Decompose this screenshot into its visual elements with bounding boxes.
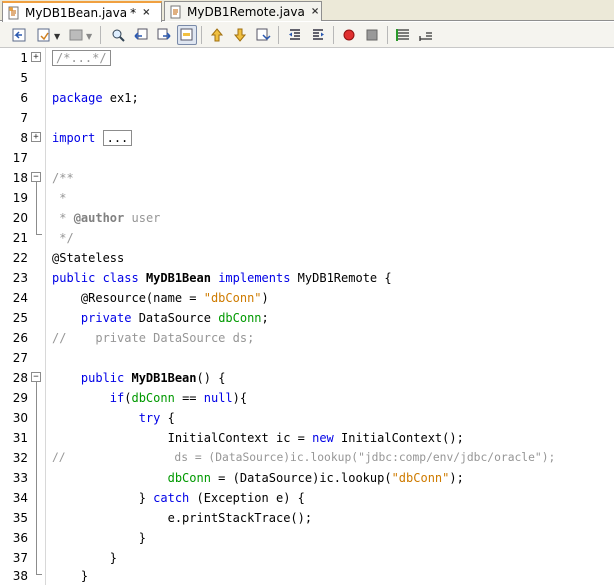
collapse-fold-icon[interactable]: − — [31, 172, 41, 182]
code-line: 23 public class MyDB1Bean implements MyD… — [0, 268, 614, 288]
line-number: 22 — [12, 251, 28, 265]
code-line: 20 * @author user — [0, 208, 614, 228]
line-number: 18 — [12, 171, 28, 185]
chevron-down-icon[interactable]: ▼ — [86, 32, 92, 41]
line-number: 29 — [12, 391, 28, 405]
code-line: 36 } — [0, 528, 614, 548]
code-line: 6 package ex1; — [0, 88, 614, 108]
modified-indicator: * — [130, 5, 137, 20]
line-number: 35 — [12, 511, 28, 525]
line-number: 24 — [12, 291, 28, 305]
code-line: 18 − /** — [0, 168, 614, 188]
editor-toolbar: ▼ ▼ — [0, 22, 614, 48]
line-number: 32 — [12, 451, 28, 465]
line-number: 5 — [20, 71, 28, 85]
line-number: 27 — [12, 351, 28, 365]
code-line: 35 e.printStackTrace(); — [0, 508, 614, 528]
folded-imports[interactable]: ... — [102, 130, 133, 146]
history-icon[interactable] — [34, 25, 54, 45]
line-number: 30 — [12, 411, 28, 425]
line-number: 8 — [20, 131, 28, 145]
find-icon[interactable] — [108, 25, 128, 45]
code-line: 31 InitialContext ic = new InitialContex… — [0, 428, 614, 448]
line-number: 33 — [12, 471, 28, 485]
code-line: 25 private DataSource dbConn; — [0, 308, 614, 328]
expand-fold-icon[interactable]: + — [31, 52, 41, 62]
code-line: 29 if(dbConn == null){ — [0, 388, 614, 408]
java-file-icon — [7, 6, 21, 20]
dropdown-history-icon[interactable] — [66, 25, 86, 45]
line-number: 7 — [20, 111, 28, 125]
editor-tab-bar: MyDB1Bean.java * × MyDB1Remote.java × — [0, 0, 614, 22]
stop-macro-icon[interactable] — [362, 25, 382, 45]
uncomment-icon[interactable] — [416, 25, 436, 45]
code-line: 21 */ — [0, 228, 614, 248]
code-line: 30 try { — [0, 408, 614, 428]
find-previous-icon[interactable] — [131, 25, 151, 45]
line-number: 17 — [12, 151, 28, 165]
code-line: 17 — [0, 148, 614, 168]
code-line: 26 // private DataSource ds; — [0, 328, 614, 348]
code-line: 38 } — [0, 566, 614, 585]
line-number: 21 — [12, 231, 28, 245]
close-tab-icon[interactable]: × — [311, 6, 319, 17]
back-to-source-icon[interactable] — [10, 25, 30, 45]
code-line: 28 − public MyDB1Bean() { — [0, 368, 614, 388]
record-macro-icon[interactable] — [339, 25, 359, 45]
tab-mydb1bean[interactable]: MyDB1Bean.java * × — [2, 1, 162, 22]
shift-left-icon[interactable] — [285, 25, 305, 45]
code-line: 5 — [0, 68, 614, 88]
line-number: 26 — [12, 331, 28, 345]
code-line: 32 // ds = (DataSource)ic.lookup("jdbc:c… — [0, 448, 614, 468]
code-line: 19 * — [0, 188, 614, 208]
code-line: 34 } catch (Exception e) { — [0, 488, 614, 508]
code-line: 8 + import ... — [0, 128, 614, 148]
line-number: 34 — [12, 491, 28, 505]
line-number: 1 — [20, 51, 28, 65]
collapse-fold-icon[interactable]: − — [31, 372, 41, 382]
code-line: 1 + /*...*/ — [0, 48, 614, 68]
code-line: 33 dbConn = (DataSource)ic.lookup("dbCon… — [0, 468, 614, 488]
line-number: 23 — [12, 271, 28, 285]
close-tab-icon[interactable]: × — [142, 7, 150, 18]
code-line: 7 — [0, 108, 614, 128]
chevron-down-icon[interactable]: ▼ — [54, 32, 60, 41]
folded-comment[interactable]: /*...*/ — [52, 50, 111, 66]
code-line: 37 } — [0, 548, 614, 568]
line-number: 25 — [12, 311, 28, 325]
shift-right-icon[interactable] — [308, 25, 328, 45]
line-number: 19 — [12, 191, 28, 205]
tab-label: MyDB1Bean.java — [25, 5, 128, 20]
prev-bookmark-icon[interactable] — [207, 25, 227, 45]
line-number: 6 — [20, 91, 28, 105]
comment-icon[interactable] — [393, 25, 413, 45]
code-line: 24 @Resource(name = "dbConn") — [0, 288, 614, 308]
code-line: 22 @Stateless — [0, 248, 614, 268]
line-number: 37 — [12, 551, 28, 565]
toggle-highlight-icon[interactable] — [177, 25, 197, 45]
line-number: 38 — [12, 569, 28, 583]
tab-label: MyDB1Remote.java — [187, 4, 305, 19]
find-next-icon[interactable] — [154, 25, 174, 45]
java-file-icon — [169, 5, 183, 19]
line-number: 20 — [12, 211, 28, 225]
code-editor[interactable]: 1 + /*...*/ 5 6 package ex1; 7 8 + impor… — [0, 48, 614, 585]
code-line: 27 — [0, 348, 614, 368]
tab-mydb1remote[interactable]: MyDB1Remote.java × — [164, 1, 322, 21]
line-number: 28 — [12, 371, 28, 385]
line-number: 31 — [12, 431, 28, 445]
expand-fold-icon[interactable]: + — [31, 132, 41, 142]
line-number: 36 — [12, 531, 28, 545]
toggle-bookmark-icon[interactable] — [253, 25, 273, 45]
next-bookmark-icon[interactable] — [230, 25, 250, 45]
